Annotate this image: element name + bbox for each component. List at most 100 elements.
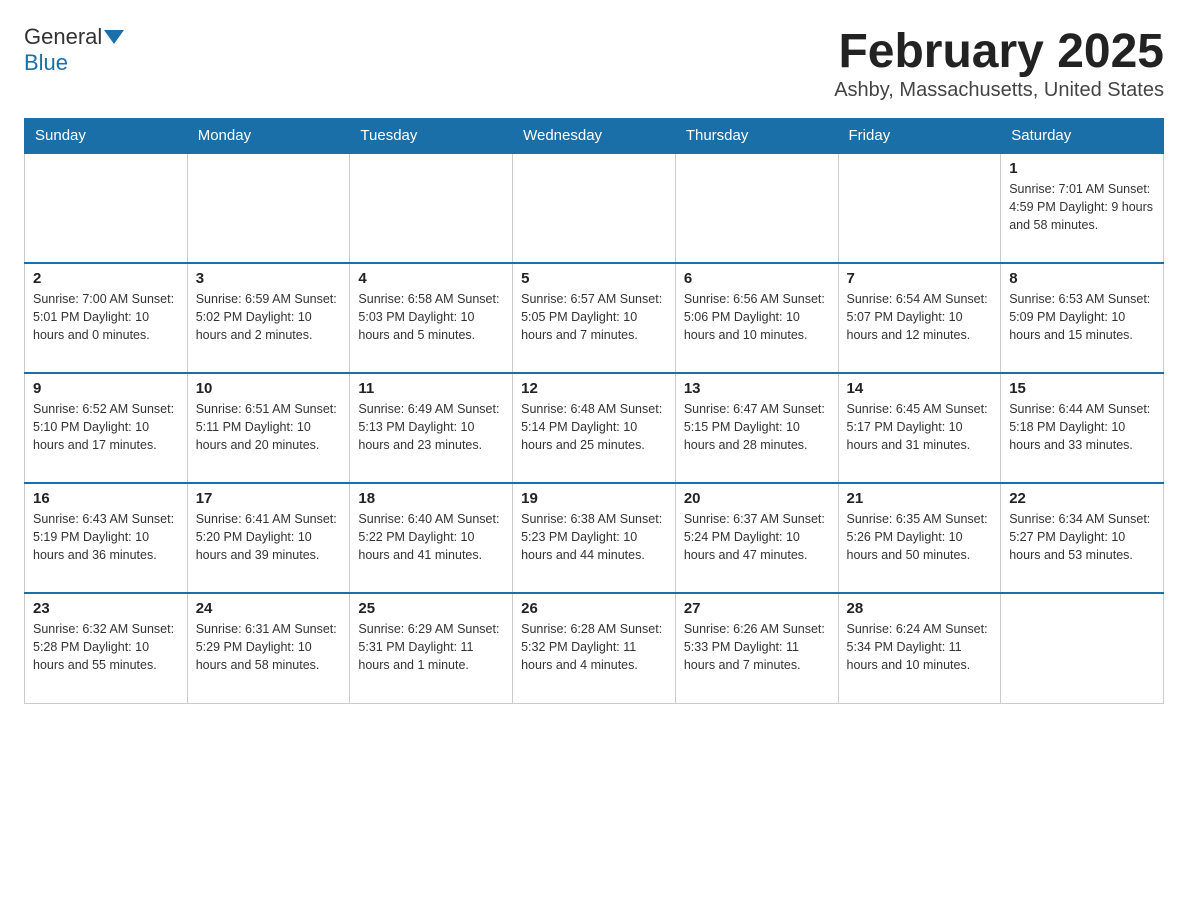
calendar-cell bbox=[838, 153, 1001, 263]
day-info: Sunrise: 6:51 AM Sunset: 5:11 PM Dayligh… bbox=[196, 400, 342, 454]
day-number: 7 bbox=[847, 270, 993, 287]
day-info: Sunrise: 6:54 AM Sunset: 5:07 PM Dayligh… bbox=[847, 290, 993, 344]
day-info: Sunrise: 6:45 AM Sunset: 5:17 PM Dayligh… bbox=[847, 400, 993, 454]
calendar-cell: 7 Sunrise: 6:54 AM Sunset: 5:07 PM Daylig… bbox=[838, 263, 1001, 373]
calendar-cell: 25 Sunrise: 6:29 AM Sunset: 5:31 PM Dayli… bbox=[350, 593, 513, 703]
calendar-week-5: 23Sunrise: 6:32 AM Sunset: 5:28 PM Dayli… bbox=[25, 593, 1164, 703]
calendar-cell: 27 Sunrise: 6:26 AM Sunset: 5:33 PM Dayli… bbox=[675, 593, 838, 703]
day-number: 5 bbox=[521, 270, 667, 287]
day-info: Sunrise: 6:43 AM Sunset: 5:19 PM Dayligh… bbox=[33, 510, 179, 564]
calendar-cell: 10 Sunrise: 6:51 AM Sunset: 5:11 PM Dayli… bbox=[187, 373, 350, 483]
day-number: 22 bbox=[1009, 490, 1155, 507]
calendar-week-3: 9Sunrise: 6:52 AM Sunset: 5:10 PM Daylig… bbox=[25, 373, 1164, 483]
day-number: 13 bbox=[684, 380, 830, 397]
day-info: Sunrise: 6:56 AM Sunset: 5:06 PM Dayligh… bbox=[684, 290, 830, 344]
calendar-week-1: 1Sunrise: 7:01 AM Sunset: 4:59 PM Daylig… bbox=[25, 153, 1164, 263]
day-info: Sunrise: 7:00 AM Sunset: 5:01 PM Dayligh… bbox=[33, 290, 179, 344]
day-number: 16 bbox=[33, 490, 179, 507]
calendar-cell: 2 Sunrise: 7:00 AM Sunset: 5:01 PM Daylig… bbox=[25, 263, 188, 373]
weekday-header-saturday: Saturday bbox=[1001, 119, 1164, 154]
calendar-cell bbox=[513, 153, 676, 263]
weekday-header-row: SundayMondayTuesdayWednesdayThursdayFrid… bbox=[25, 119, 1164, 154]
location-label: Ashby, Massachusetts, United States bbox=[834, 79, 1164, 102]
calendar-cell: 22 Sunrise: 6:34 AM Sunset: 5:27 PM Dayli… bbox=[1001, 483, 1164, 593]
day-number: 8 bbox=[1009, 270, 1155, 287]
day-info: Sunrise: 6:34 AM Sunset: 5:27 PM Dayligh… bbox=[1009, 510, 1155, 564]
calendar-cell: 14 Sunrise: 6:45 AM Sunset: 5:17 PM Dayli… bbox=[838, 373, 1001, 483]
day-number: 4 bbox=[358, 270, 504, 287]
day-number: 19 bbox=[521, 490, 667, 507]
day-info: Sunrise: 6:59 AM Sunset: 5:02 PM Dayligh… bbox=[196, 290, 342, 344]
weekday-header-friday: Friday bbox=[838, 119, 1001, 154]
calendar-week-2: 2 Sunrise: 7:00 AM Sunset: 5:01 PM Daylig… bbox=[25, 263, 1164, 373]
day-info: Sunrise: 6:29 AM Sunset: 5:31 PM Dayligh… bbox=[358, 620, 504, 674]
day-info: Sunrise: 6:26 AM Sunset: 5:33 PM Dayligh… bbox=[684, 620, 830, 674]
calendar-cell: 4 Sunrise: 6:58 AM Sunset: 5:03 PM Daylig… bbox=[350, 263, 513, 373]
weekday-header-thursday: Thursday bbox=[675, 119, 838, 154]
calendar-cell: 26Sunrise: 6:28 AM Sunset: 5:32 PM Dayli… bbox=[513, 593, 676, 703]
calendar-cell: 3 Sunrise: 6:59 AM Sunset: 5:02 PM Daylig… bbox=[187, 263, 350, 373]
day-info: Sunrise: 6:48 AM Sunset: 5:14 PM Dayligh… bbox=[521, 400, 667, 454]
day-number: 17 bbox=[196, 490, 342, 507]
day-number: 6 bbox=[684, 270, 830, 287]
day-number: 14 bbox=[847, 380, 993, 397]
weekday-header-monday: Monday bbox=[187, 119, 350, 154]
day-info: Sunrise: 6:37 AM Sunset: 5:24 PM Dayligh… bbox=[684, 510, 830, 564]
day-info: Sunrise: 6:58 AM Sunset: 5:03 PM Dayligh… bbox=[358, 290, 504, 344]
calendar-table: SundayMondayTuesdayWednesdayThursdayFrid… bbox=[24, 118, 1164, 704]
calendar-cell: 8 Sunrise: 6:53 AM Sunset: 5:09 PM Daylig… bbox=[1001, 263, 1164, 373]
calendar-cell: 1Sunrise: 7:01 AM Sunset: 4:59 PM Daylig… bbox=[1001, 153, 1164, 263]
day-number: 27 bbox=[684, 600, 830, 617]
day-number: 10 bbox=[196, 380, 342, 397]
day-number: 12 bbox=[521, 380, 667, 397]
calendar-cell: 13 Sunrise: 6:47 AM Sunset: 5:15 PM Dayli… bbox=[675, 373, 838, 483]
day-info: Sunrise: 6:38 AM Sunset: 5:23 PM Dayligh… bbox=[521, 510, 667, 564]
calendar-cell: 21Sunrise: 6:35 AM Sunset: 5:26 PM Dayli… bbox=[838, 483, 1001, 593]
day-number: 25 bbox=[358, 600, 504, 617]
calendar-cell: 16 Sunrise: 6:43 AM Sunset: 5:19 PM Dayli… bbox=[25, 483, 188, 593]
day-number: 2 bbox=[33, 270, 179, 287]
month-title: February 2025 bbox=[834, 24, 1164, 79]
calendar-cell bbox=[187, 153, 350, 263]
logo: General Blue bbox=[24, 24, 126, 76]
day-info: Sunrise: 6:41 AM Sunset: 5:20 PM Dayligh… bbox=[196, 510, 342, 564]
page-header: General Blue February 2025 Ashby, Massac… bbox=[24, 24, 1164, 102]
calendar-cell: 15Sunrise: 6:44 AM Sunset: 5:18 PM Dayli… bbox=[1001, 373, 1164, 483]
day-info: Sunrise: 6:32 AM Sunset: 5:28 PM Dayligh… bbox=[33, 620, 179, 674]
calendar-cell: 17 Sunrise: 6:41 AM Sunset: 5:20 PM Dayli… bbox=[187, 483, 350, 593]
calendar-cell bbox=[675, 153, 838, 263]
weekday-header-sunday: Sunday bbox=[25, 119, 188, 154]
weekday-header-tuesday: Tuesday bbox=[350, 119, 513, 154]
logo-blue-text: Blue bbox=[24, 50, 68, 75]
calendar-cell bbox=[1001, 593, 1164, 703]
day-number: 15 bbox=[1009, 380, 1155, 397]
day-number: 18 bbox=[358, 490, 504, 507]
calendar-cell: 9Sunrise: 6:52 AM Sunset: 5:10 PM Daylig… bbox=[25, 373, 188, 483]
calendar-cell: 6 Sunrise: 6:56 AM Sunset: 5:06 PM Daylig… bbox=[675, 263, 838, 373]
day-info: Sunrise: 6:47 AM Sunset: 5:15 PM Dayligh… bbox=[684, 400, 830, 454]
day-number: 28 bbox=[847, 600, 993, 617]
calendar-cell: 20Sunrise: 6:37 AM Sunset: 5:24 PM Dayli… bbox=[675, 483, 838, 593]
calendar-cell: 24 Sunrise: 6:31 AM Sunset: 5:29 PM Dayli… bbox=[187, 593, 350, 703]
weekday-header-wednesday: Wednesday bbox=[513, 119, 676, 154]
day-number: 9 bbox=[33, 380, 179, 397]
logo-general-text: General bbox=[24, 24, 102, 50]
title-section: February 2025 Ashby, Massachusetts, Unit… bbox=[834, 24, 1164, 102]
day-info: Sunrise: 7:01 AM Sunset: 4:59 PM Dayligh… bbox=[1009, 180, 1155, 234]
logo-arrow-icon bbox=[104, 30, 124, 44]
calendar-cell: 12 Sunrise: 6:48 AM Sunset: 5:14 PM Dayli… bbox=[513, 373, 676, 483]
day-info: Sunrise: 6:35 AM Sunset: 5:26 PM Dayligh… bbox=[847, 510, 993, 564]
calendar-cell bbox=[350, 153, 513, 263]
day-number: 11 bbox=[358, 380, 504, 397]
calendar-cell: 18 Sunrise: 6:40 AM Sunset: 5:22 PM Dayli… bbox=[350, 483, 513, 593]
calendar-cell: 11 Sunrise: 6:49 AM Sunset: 5:13 PM Dayli… bbox=[350, 373, 513, 483]
day-info: Sunrise: 6:53 AM Sunset: 5:09 PM Dayligh… bbox=[1009, 290, 1155, 344]
day-info: Sunrise: 6:40 AM Sunset: 5:22 PM Dayligh… bbox=[358, 510, 504, 564]
day-info: Sunrise: 6:49 AM Sunset: 5:13 PM Dayligh… bbox=[358, 400, 504, 454]
day-number: 3 bbox=[196, 270, 342, 287]
calendar-cell bbox=[25, 153, 188, 263]
day-info: Sunrise: 6:28 AM Sunset: 5:32 PM Dayligh… bbox=[521, 620, 667, 674]
calendar-cell: 19 Sunrise: 6:38 AM Sunset: 5:23 PM Dayli… bbox=[513, 483, 676, 593]
day-number: 24 bbox=[196, 600, 342, 617]
day-info: Sunrise: 6:31 AM Sunset: 5:29 PM Dayligh… bbox=[196, 620, 342, 674]
